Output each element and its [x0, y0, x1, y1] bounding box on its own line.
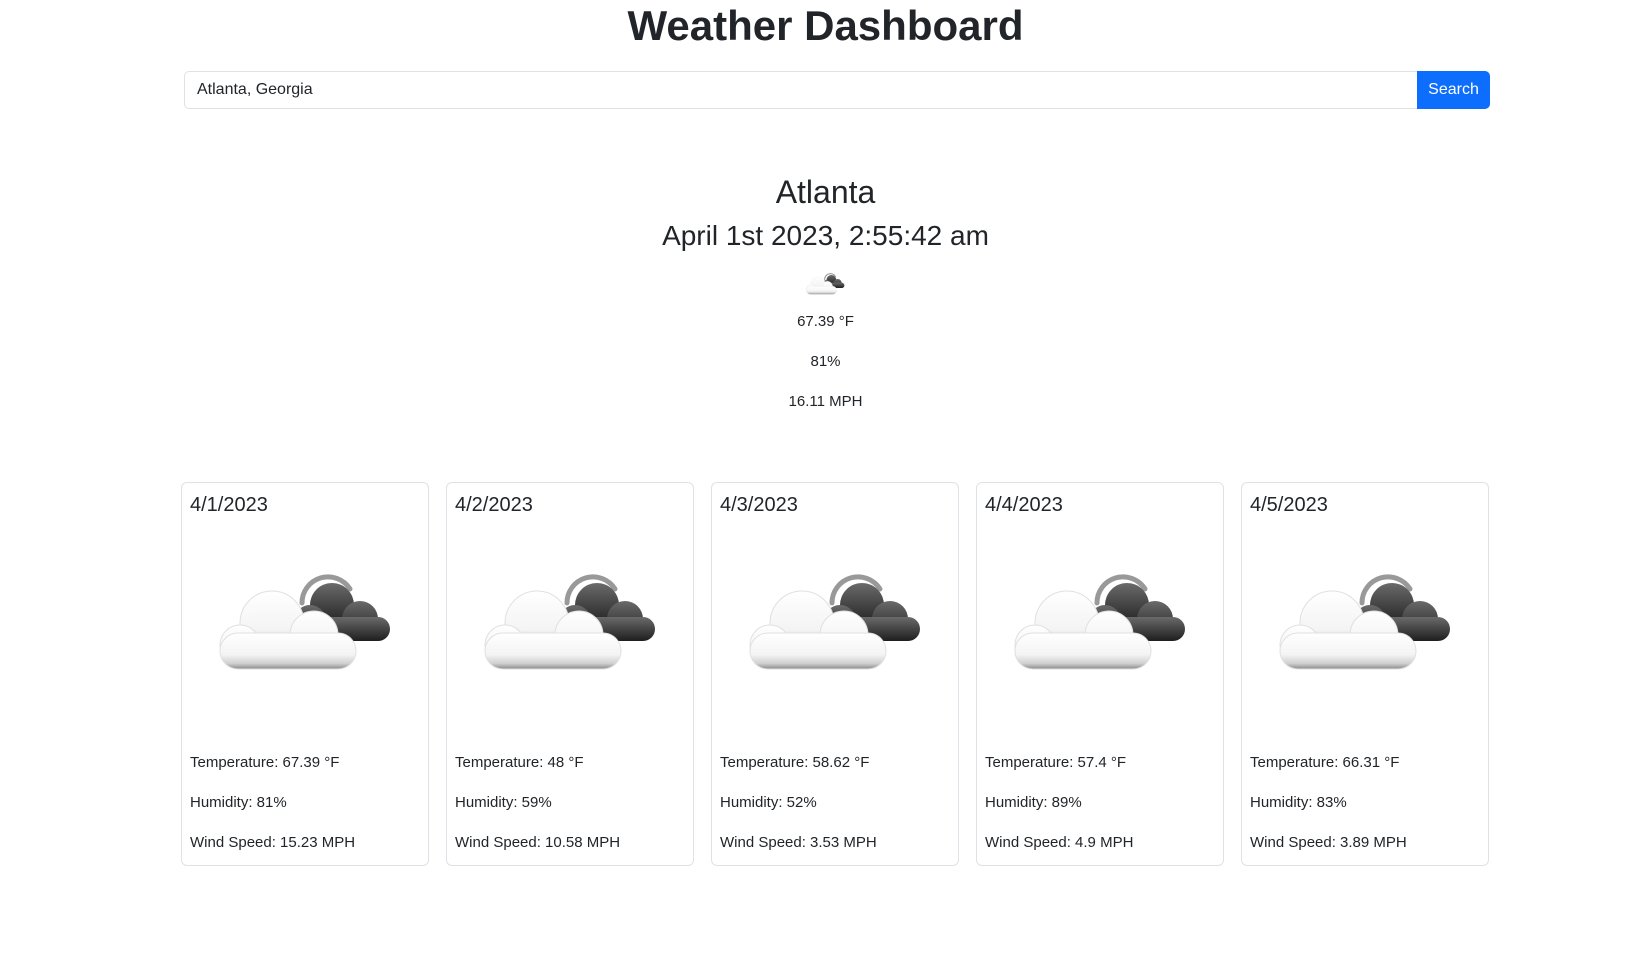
forecast-humidity: Humidity: 89% [985, 794, 1082, 811]
forecast-temperature: Temperature: 58.62 °F [720, 754, 870, 771]
partly-cloudy-night-icon [475, 563, 671, 683]
forecast-temperature: Temperature: 66.31 °F [1250, 754, 1400, 771]
search-button[interactable]: Search [1417, 71, 1490, 109]
partly-cloudy-night-icon [1005, 563, 1201, 683]
page-title: Weather Dashboard [627, 2, 1024, 49]
forecast-card: 4/1/2023 Temperature: 67.39 °F Humidity:… [181, 482, 429, 866]
forecast-wind: Wind Speed: 3.53 MPH [720, 834, 877, 851]
forecast-card: 4/4/2023 Temperature: 57.4 °F Humidity: … [976, 482, 1224, 866]
current-datetime: April 1st 2023, 2:55:42 am [662, 220, 989, 251]
current-weather: Atlanta April 1st 2023, 2:55:42 am 67.39… [0, 172, 1651, 412]
forecast-date: 4/4/2023 [985, 494, 1063, 516]
partly-cloudy-night-icon [740, 563, 936, 683]
partly-cloudy-night-icon [210, 563, 406, 683]
current-humidity: 81% [810, 353, 841, 370]
current-wind: 16.11 MPH [788, 393, 863, 410]
forecast-humidity: Humidity: 52% [720, 794, 817, 811]
forecast-card: 4/3/2023 Temperature: 58.62 °F Humidity:… [711, 482, 959, 866]
forecast-date: 4/1/2023 [190, 494, 268, 516]
current-city: Atlanta [775, 174, 876, 210]
search-bar: Search [184, 71, 1490, 109]
partly-cloudy-night-icon [1270, 563, 1466, 683]
forecast-humidity: Humidity: 81% [190, 794, 287, 811]
forecast-humidity: Humidity: 59% [455, 794, 552, 811]
search-input[interactable] [184, 71, 1417, 109]
forecast-wind: Wind Speed: 4.9 MPH [985, 834, 1134, 851]
forecast-wind: Wind Speed: 10.58 MPH [455, 834, 621, 851]
forecast-humidity: Humidity: 83% [1250, 794, 1347, 811]
forecast-section: 4/1/2023 Temperature: 67.39 °F Humidity:… [181, 482, 1491, 867]
forecast-temperature: Temperature: 57.4 °F [985, 754, 1127, 771]
weather-dashboard-page: Weather Dashboard Search Atlanta April 1… [0, 0, 1651, 956]
forecast-wind: Wind Speed: 3.89 MPH [1250, 834, 1407, 851]
forecast-card: 4/5/2023 Temperature: 66.31 °F Humidity:… [1241, 482, 1489, 866]
forecast-date: 4/2/2023 [455, 494, 533, 516]
forecast-card: 4/2/2023 Temperature: 48 °F Humidity: 59… [446, 482, 694, 866]
forecast-temperature: Temperature: 67.39 °F [190, 754, 340, 771]
partly-cloudy-night-icon [804, 268, 848, 300]
forecast-date: 4/5/2023 [1250, 494, 1328, 516]
forecast-temperature: Temperature: 48 °F [455, 754, 584, 771]
current-temperature: 67.39 °F [797, 313, 854, 330]
forecast-wind: Wind Speed: 15.23 MPH [190, 834, 356, 851]
forecast-date: 4/3/2023 [720, 494, 798, 516]
